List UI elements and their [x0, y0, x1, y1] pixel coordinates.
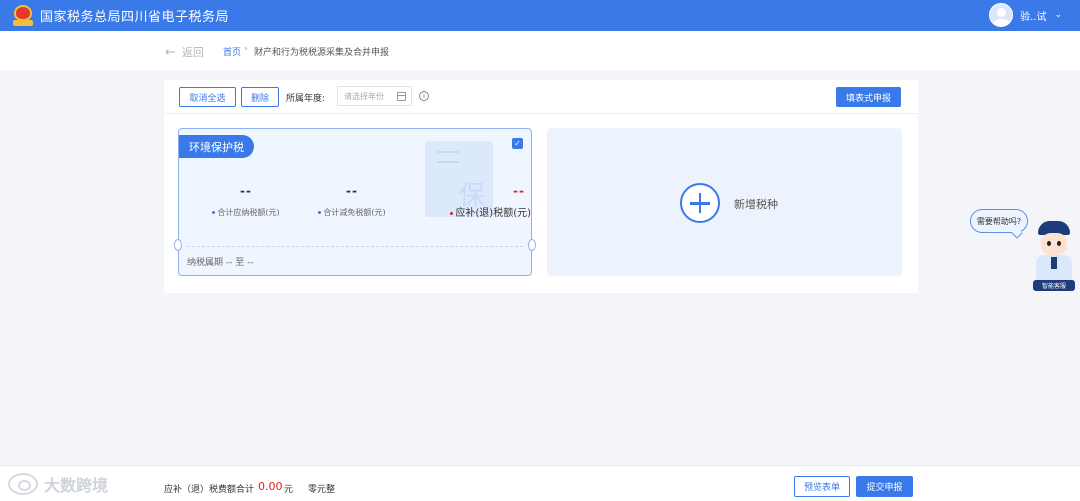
stat-label: 应补(退)税额(元)	[455, 208, 531, 219]
breadcrumb-separator: ›	[244, 44, 248, 54]
brand-text: 大数跨境	[44, 476, 109, 495]
site-title: 国家税务总局四川省电子税务局	[40, 10, 230, 25]
stat-label: 合计应纳税额(元)	[217, 208, 280, 217]
brand-logo-icon	[8, 473, 38, 495]
submit-report-button[interactable]: 提交申报	[856, 476, 913, 497]
toolbar: 取消全选 删除 所属年度: 请选择年份 i 填表式申报	[164, 80, 918, 114]
avatar[interactable]	[989, 3, 1014, 27]
stat-value: --	[240, 184, 252, 198]
card-notch-left	[174, 239, 182, 251]
fill-form-report-button[interactable]: 填表式申报	[836, 87, 901, 107]
card-checkbox[interactable]: ✓	[512, 138, 523, 149]
total-unit: 元	[284, 485, 294, 495]
assistant-mascot-icon[interactable]: 智能客服	[1032, 221, 1076, 293]
user-name[interactable]: 验..试	[1020, 8, 1046, 23]
stat-total-payable: -- 合计应纳税额(元)	[201, 184, 291, 218]
plus-circle-icon[interactable]	[680, 183, 720, 223]
breadcrumb: ← 返回 首页 › 财产和行为税税源采集及合并申报	[0, 31, 1080, 70]
arrow-left-icon: ←	[165, 44, 176, 60]
add-tax-type-label[interactable]: 新增税种	[734, 196, 778, 212]
info-icon[interactable]: i	[419, 91, 429, 101]
back-button[interactable]: ← 返回	[165, 44, 204, 60]
mascot-sign: 智能客服	[1033, 280, 1075, 291]
stat-value: --	[513, 184, 525, 198]
total-chinese: 零元整	[308, 485, 336, 495]
footer-bar: 大数跨境 应补（退）税费额合计 0.00 元 零元整 预览表单 提交申报	[0, 465, 1080, 501]
breadcrumb-home-link[interactable]: 首页	[223, 45, 241, 58]
calendar-icon	[397, 92, 406, 101]
card-notch-right	[528, 239, 536, 251]
year-placeholder: 请选择年份	[344, 91, 384, 101]
help-bubble[interactable]: 需要帮助吗?	[970, 209, 1028, 233]
period-label: 纳税属期	[187, 258, 224, 268]
stat-label: 合计减免税额(元)	[323, 208, 386, 217]
period-value: -- 至 --	[225, 258, 254, 268]
year-label: 所属年度:	[286, 94, 326, 104]
stat-refund-due: -- 应补(退)税额(元)	[441, 184, 531, 219]
cancel-select-all-button[interactable]: 取消全选	[179, 87, 236, 107]
tax-period: 纳税属期 -- 至 --	[187, 255, 254, 268]
stat-value: --	[346, 184, 358, 198]
year-picker-input[interactable]: 请选择年份	[337, 86, 412, 106]
tax-type-card[interactable]: 保 环境保护税 ✓ -- 合计应纳税额(元) -- 合计减免税额(元) -- 应…	[178, 128, 532, 276]
back-label: 返回	[181, 46, 204, 59]
top-header: 国家税务总局四川省电子税务局 验..试 ⌄	[0, 0, 1080, 31]
total-label: 应补（退）税费额合计	[164, 485, 255, 495]
stat-total-relief: -- 合计减免税额(元)	[307, 184, 397, 218]
tax-emblem-icon	[12, 4, 34, 27]
preview-form-button[interactable]: 预览表单	[794, 476, 850, 497]
card-divider	[187, 246, 523, 247]
brand-watermark: 大数跨境	[8, 472, 108, 496]
breadcrumb-current: 财产和行为税税源采集及合并申报	[254, 48, 390, 58]
add-tax-type-card[interactable]: 新增税种	[547, 128, 902, 276]
user-menu[interactable]: 验..试 ⌄	[989, 3, 1062, 27]
main-panel: 取消全选 删除 所属年度: 请选择年份 i 填表式申报 保 环境保护税 ✓ --…	[164, 80, 918, 293]
delete-button[interactable]: 删除	[241, 87, 279, 107]
chevron-down-icon[interactable]: ⌄	[1054, 10, 1062, 20]
total-value: 0.00	[258, 480, 283, 493]
tax-name-tag: 环境保护税	[179, 135, 254, 158]
